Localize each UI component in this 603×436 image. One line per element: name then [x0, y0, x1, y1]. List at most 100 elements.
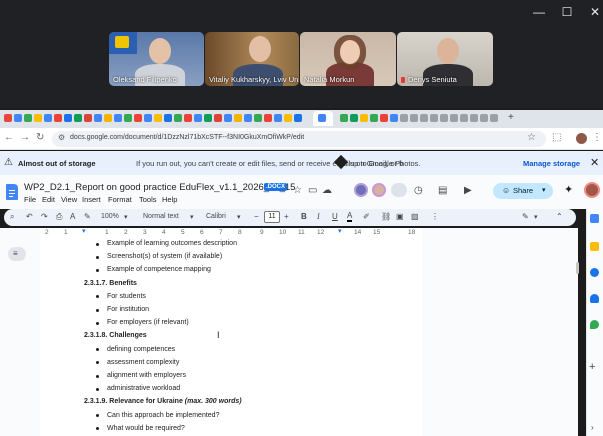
- tab-favicon[interactable]: [124, 114, 132, 122]
- maps-icon[interactable]: [590, 320, 599, 329]
- tab-favicon[interactable]: [184, 114, 192, 122]
- tab-favicon[interactable]: [400, 114, 408, 122]
- tab-favicon[interactable]: [204, 114, 212, 122]
- print-icon[interactable]: ⎙: [56, 212, 62, 222]
- tasks-icon[interactable]: [590, 268, 599, 277]
- tab-favicon[interactable]: [14, 114, 22, 122]
- tab-favicon[interactable]: [134, 114, 142, 122]
- chevron-down-icon[interactable]: ▾: [237, 213, 241, 221]
- tab-favicon[interactable]: [490, 114, 498, 122]
- tab-favicon[interactable]: [274, 114, 282, 122]
- menu-help[interactable]: Help: [162, 195, 177, 204]
- back-icon[interactable]: ←: [4, 132, 14, 144]
- tab-favicon[interactable]: [420, 114, 428, 122]
- tab-favicon[interactable]: [194, 114, 202, 122]
- search-menus-icon[interactable]: ⌕: [10, 212, 14, 222]
- minimize-icon[interactable]: —: [532, 6, 546, 18]
- italic-icon[interactable]: I: [317, 212, 320, 222]
- list-item[interactable]: For employers (if relevant): [107, 319, 189, 326]
- collaborator-avatar[interactable]: [372, 183, 386, 197]
- tab-favicon[interactable]: [340, 114, 348, 122]
- forward-icon[interactable]: →: [20, 132, 30, 144]
- contacts-icon[interactable]: [590, 294, 599, 303]
- tab-favicon[interactable]: [34, 114, 42, 122]
- menu-file[interactable]: File: [24, 195, 36, 204]
- expand-panel-icon[interactable]: ›: [591, 423, 594, 432]
- keep-icon[interactable]: [590, 242, 599, 251]
- tab-favicon[interactable]: [114, 114, 122, 122]
- list-item[interactable]: Can this approach be implemented?: [107, 412, 219, 419]
- maximize-icon[interactable]: ☐: [560, 6, 574, 18]
- extensions-icon[interactable]: ⬚: [552, 132, 561, 144]
- document-outline-button[interactable]: ≡: [8, 247, 26, 261]
- highlight-icon[interactable]: ✐: [363, 212, 370, 222]
- site-info-icon[interactable]: ⚙: [58, 133, 65, 142]
- meet-present-icon[interactable]: [391, 183, 407, 197]
- bold-icon[interactable]: B: [301, 212, 307, 222]
- tab-favicon[interactable]: [154, 114, 162, 122]
- tab-favicon[interactable]: [224, 114, 232, 122]
- comments-icon[interactable]: ▤: [438, 185, 447, 197]
- add-comment-icon[interactable]: ▣: [396, 212, 404, 222]
- video-tile[interactable]: Vitaliy Kukharskyy, Lviv Uni...: [205, 32, 299, 86]
- increase-font-size-icon[interactable]: +: [284, 212, 289, 222]
- paint-format-icon[interactable]: ✎: [84, 212, 91, 222]
- get-add-ons-icon[interactable]: +: [589, 361, 595, 373]
- docs-logo-icon[interactable]: [6, 184, 18, 200]
- star-icon[interactable]: ☆: [293, 185, 302, 197]
- insert-image-icon[interactable]: ▨: [411, 212, 419, 222]
- list-item[interactable]: defining competences: [107, 346, 175, 353]
- active-tab-favicon[interactable]: [318, 114, 326, 122]
- video-tile-active-speaker[interactable]: Natalia Morkun: [300, 32, 396, 86]
- video-tile[interactable]: Oleksand Filipenko: [109, 32, 204, 86]
- tab-favicon[interactable]: [470, 114, 478, 122]
- tab-favicon[interactable]: [380, 114, 388, 122]
- indent-marker-icon[interactable]: ▾: [82, 227, 86, 235]
- version-history-icon[interactable]: ◷: [414, 185, 423, 197]
- tab-favicon[interactable]: [174, 114, 182, 122]
- undo-icon[interactable]: ↶: [26, 212, 33, 222]
- tab-favicon[interactable]: [480, 114, 488, 122]
- tab-favicon[interactable]: [440, 114, 448, 122]
- account-avatar[interactable]: [584, 182, 600, 198]
- tab-favicon[interactable]: [430, 114, 438, 122]
- gemini-icon[interactable]: ✦: [564, 183, 573, 196]
- video-tile[interactable]: Denys Seniuta: [397, 32, 493, 86]
- spellcheck-icon[interactable]: A: [70, 212, 75, 222]
- tab-favicon[interactable]: [64, 114, 72, 122]
- tab-favicon[interactable]: [94, 114, 102, 122]
- tab-favicon[interactable]: [44, 114, 52, 122]
- editing-mode-icon[interactable]: ✎: [522, 212, 529, 222]
- more-options-icon[interactable]: ⋮: [431, 212, 439, 222]
- font-select[interactable]: Calibri: [206, 213, 226, 220]
- chevron-down-icon[interactable]: ▾: [534, 213, 538, 221]
- tab-favicon[interactable]: [350, 114, 358, 122]
- close-icon[interactable]: ✕: [588, 6, 602, 18]
- move-folder-icon[interactable]: ▭: [308, 185, 317, 197]
- url-text[interactable]: docs.google.com/document/d/1DzzNzl71bXcS…: [70, 134, 304, 141]
- tab-favicon[interactable]: [254, 114, 262, 122]
- scrollbar-thumb[interactable]: [576, 262, 579, 274]
- tab-favicon[interactable]: [234, 114, 242, 122]
- new-tab-icon[interactable]: +: [508, 112, 514, 123]
- list-item[interactable]: Example of competence mapping: [107, 266, 211, 273]
- collapse-menus-icon[interactable]: ⌃: [556, 212, 563, 222]
- tab-favicon[interactable]: [24, 114, 32, 122]
- tab-favicon[interactable]: [410, 114, 418, 122]
- tab-favicon[interactable]: [104, 114, 112, 122]
- list-item[interactable]: alignment with employers: [107, 372, 186, 379]
- manage-storage-link[interactable]: Manage storage: [523, 159, 580, 168]
- zoom-select[interactable]: 100%: [101, 213, 119, 220]
- tab-favicon[interactable]: [284, 114, 292, 122]
- tab-favicon[interactable]: [264, 114, 272, 122]
- menu-insert[interactable]: Insert: [82, 195, 101, 204]
- text-color-icon[interactable]: A: [347, 212, 353, 222]
- chevron-down-icon[interactable]: ▾: [190, 213, 194, 221]
- meet-call-icon[interactable]: ▶: [464, 185, 472, 197]
- collaborator-avatar[interactable]: [354, 183, 368, 197]
- list-item[interactable]: administrative workload: [107, 385, 180, 392]
- tab-favicon[interactable]: [360, 114, 368, 122]
- document-title[interactable]: WP2_D2.1_Report on good practice EduFlex…: [24, 182, 295, 193]
- section-heading[interactable]: 2.3.1.9. Relevance for Ukraine (max. 300…: [84, 398, 242, 405]
- redo-icon[interactable]: ↷: [41, 212, 48, 222]
